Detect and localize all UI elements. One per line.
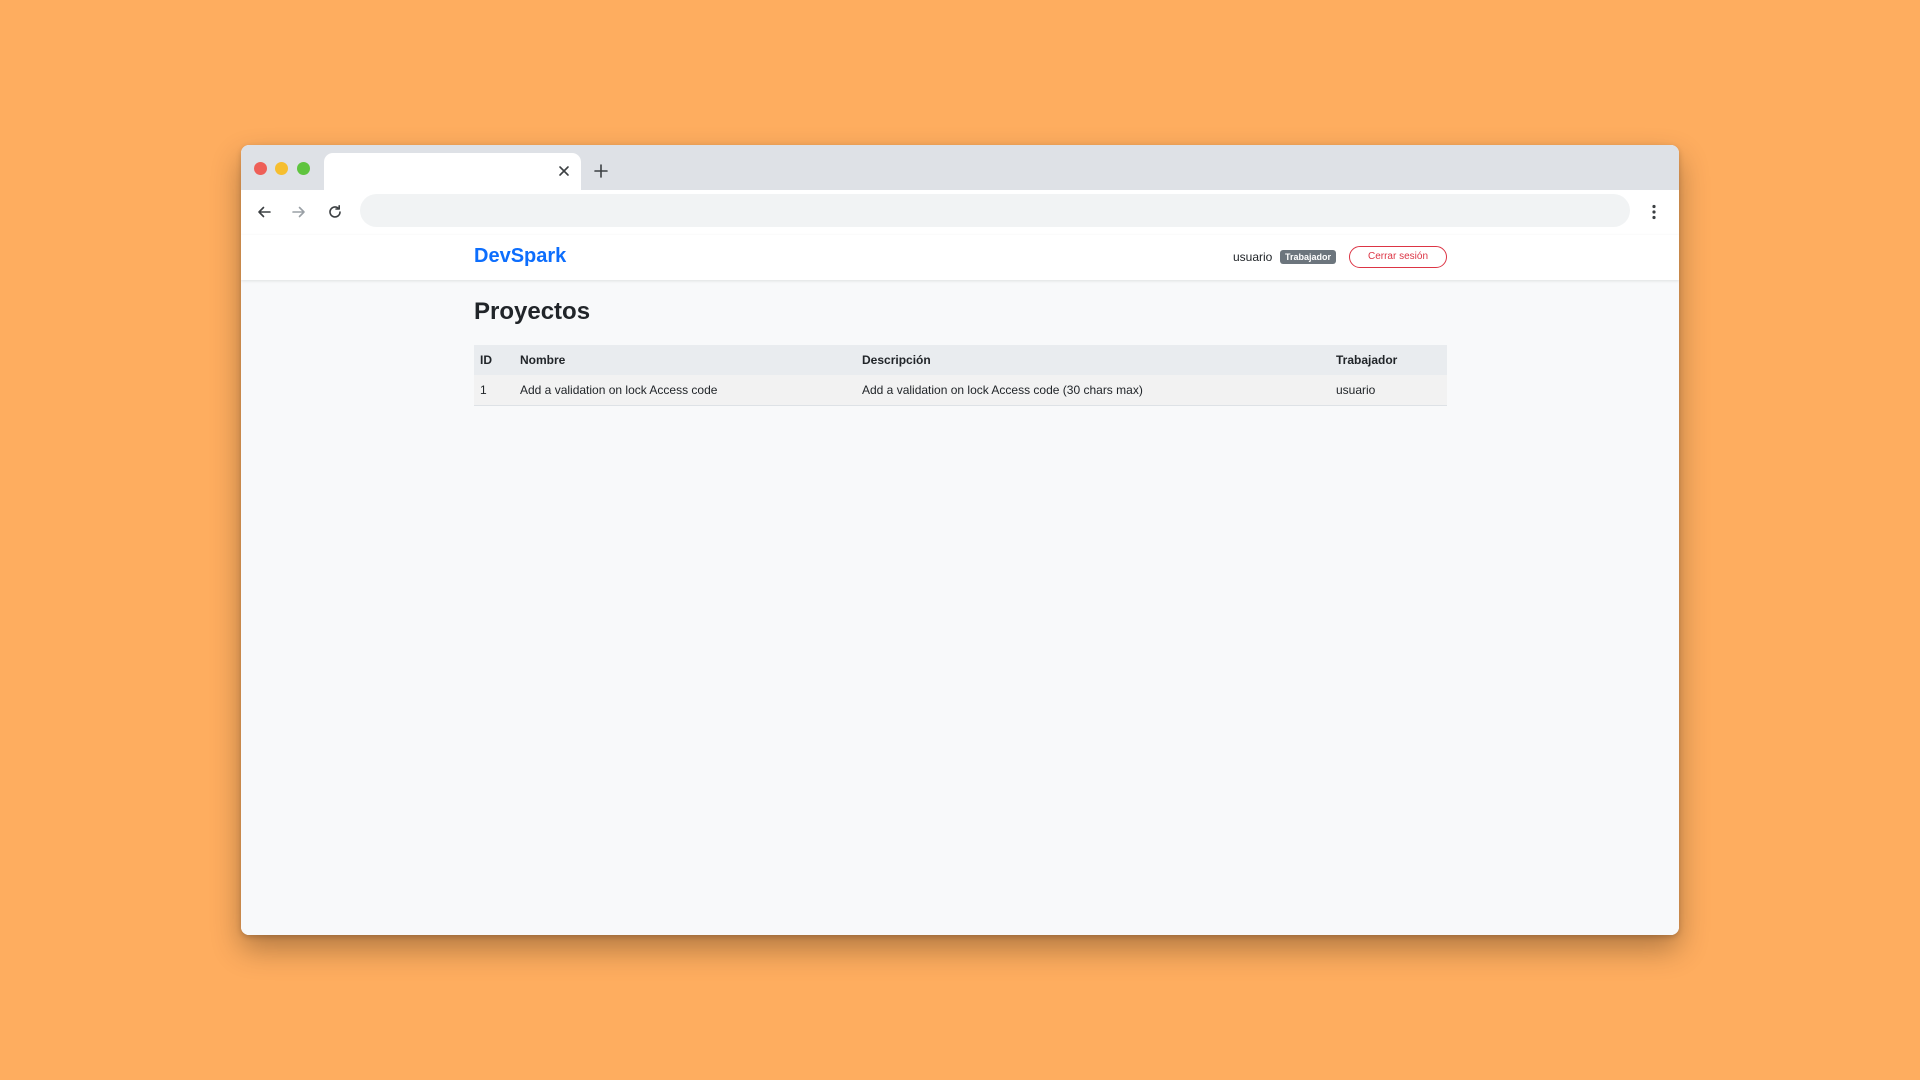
column-header-descripcion: Descripción (856, 345, 1330, 375)
cell-trabajador: usuario (1330, 375, 1447, 406)
user-name: usuario (1233, 250, 1273, 264)
logout-button[interactable]: Cerrar sesión (1349, 246, 1447, 268)
projects-table: ID Nombre Descripción Trabajador 1 Add a… (474, 345, 1447, 406)
reload-icon[interactable] (324, 201, 346, 223)
page-viewport: DevSpark usuario Trabajador Cerrar sesió… (241, 235, 1679, 935)
tab-strip (241, 145, 1679, 190)
browser-window: DevSpark usuario Trabajador Cerrar sesió… (241, 145, 1679, 935)
cell-descripcion: Add a validation on lock Access code (30… (856, 375, 1330, 406)
role-badge: Trabajador (1280, 250, 1337, 264)
page-title: Proyectos (474, 298, 591, 325)
arrow-right-icon[interactable] (288, 201, 310, 223)
close-icon[interactable] (555, 162, 573, 180)
column-header-id: ID (474, 345, 514, 375)
table-row: 1 Add a validation on lock Access code A… (474, 375, 1447, 406)
cell-nombre: Add a validation on lock Access code (514, 375, 856, 406)
maximize-window-button[interactable] (297, 162, 310, 175)
table-header-row: ID Nombre Descripción Trabajador (474, 345, 1447, 375)
cell-id: 1 (474, 375, 514, 406)
plus-icon[interactable] (590, 160, 612, 182)
brand-logo-link[interactable]: DevSpark (474, 245, 566, 268)
address-bar[interactable] (360, 194, 1630, 227)
column-header-nombre: Nombre (514, 345, 856, 375)
minimize-window-button[interactable] (275, 162, 288, 175)
kebab-menu-icon[interactable] (1643, 201, 1665, 223)
app-navbar: DevSpark usuario Trabajador Cerrar sesió… (241, 235, 1679, 280)
browser-tab[interactable] (324, 153, 581, 190)
column-header-trabajador: Trabajador (1330, 345, 1447, 375)
arrow-left-icon[interactable] (253, 201, 275, 223)
close-window-button[interactable] (254, 162, 267, 175)
